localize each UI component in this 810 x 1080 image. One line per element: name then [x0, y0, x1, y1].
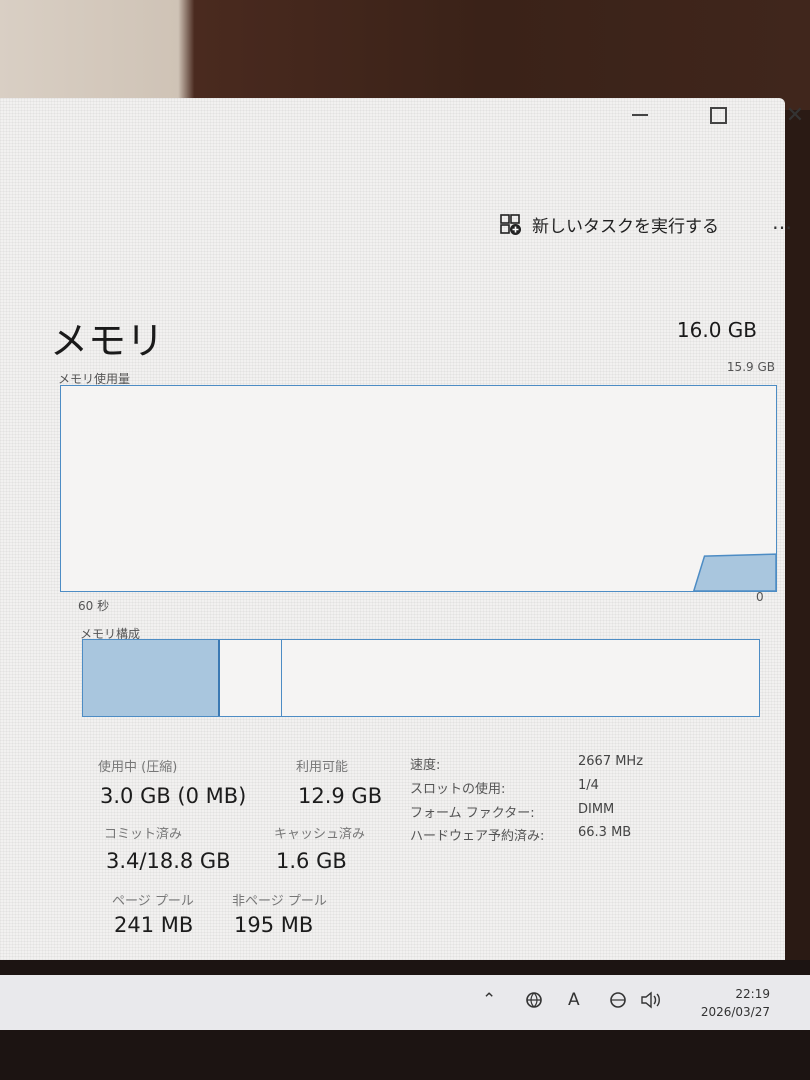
speed-value: 2667 MHz — [578, 754, 644, 769]
hardware-reserved-value: 66.3 MB — [578, 825, 632, 840]
show-hidden-icons-chevron-icon[interactable]: ⌃ — [482, 990, 496, 1010]
graph-axis-left-label: 60 秒 — [78, 599, 110, 613]
maximize-button[interactable] — [698, 100, 738, 130]
close-button[interactable]: ✕ — [775, 100, 810, 130]
cached-value: 1.6 GB — [276, 849, 347, 873]
volume-icon[interactable] — [640, 990, 662, 1015]
more-options-button[interactable]: … — [772, 210, 793, 234]
clock-date: 2026/03/27 — [700, 1005, 770, 1019]
page-title: メモリ — [50, 319, 165, 363]
paged-pool-value: 241 MB — [114, 913, 194, 937]
memory-usage-graph — [60, 385, 777, 592]
graph-axis-right-label: 0 — [756, 590, 764, 604]
slots-value: 1/4 — [578, 778, 599, 793]
in-use-value: 3.0 GB (0 MB) — [100, 784, 247, 808]
composition-modified-segment — [220, 640, 282, 716]
globe-icon[interactable] — [608, 990, 628, 1015]
maximize-icon — [709, 106, 727, 124]
memory-usage-chart — [692, 553, 776, 591]
memory-usage-max: 15.9 GB — [726, 360, 775, 374]
memory-composition-bar — [82, 639, 760, 717]
minimize-icon — [632, 114, 648, 116]
close-icon: ✕ — [785, 102, 805, 128]
paged-pool-label: ページ プール — [112, 894, 194, 909]
composition-in-use-segment — [83, 640, 220, 716]
committed-label: コミット済み — [104, 827, 183, 842]
committed-value: 3.4/18.8 GB — [106, 849, 231, 873]
task-manager-window: ✕ 新しいタスクを実行する … メモリ 16.0 GB メモリ使用量 15.9 … — [0, 98, 804, 966]
hardware-reserved-label: ハードウェア予約済み: — [410, 829, 545, 844]
background-photo-top — [0, 0, 810, 110]
network-icon[interactable] — [524, 990, 544, 1015]
memory-usage-area — [692, 553, 776, 591]
ime-mode-indicator[interactable]: A — [568, 990, 580, 1010]
in-use-label: 使用中 (圧縮) — [98, 760, 178, 775]
run-new-task-button[interactable]: 新しいタスクを実行する — [500, 212, 719, 237]
available-label: 利用可能 — [296, 760, 349, 775]
form-factor-label: フォーム ファクター: — [410, 806, 535, 821]
minimize-button[interactable] — [620, 100, 660, 130]
run-task-icon — [500, 213, 522, 236]
run-new-task-label: 新しいタスクを実行する — [532, 217, 719, 237]
nonpaged-pool-label: 非ページ プール — [232, 894, 327, 909]
taskbar-clock[interactable]: 22:19 2026/03/27 — [680, 985, 770, 1021]
nonpaged-pool-value: 195 MB — [234, 913, 314, 937]
cached-label: キャッシュ済み — [274, 827, 366, 842]
available-value: 12.9 GB — [298, 784, 383, 808]
clock-time: 22:19 — [735, 987, 770, 1001]
form-factor-value: DIMM — [578, 802, 615, 817]
memory-capacity: 16.0 GB — [676, 318, 757, 342]
speed-label: 速度: — [410, 758, 441, 773]
slots-label: スロットの使用: — [410, 782, 506, 797]
